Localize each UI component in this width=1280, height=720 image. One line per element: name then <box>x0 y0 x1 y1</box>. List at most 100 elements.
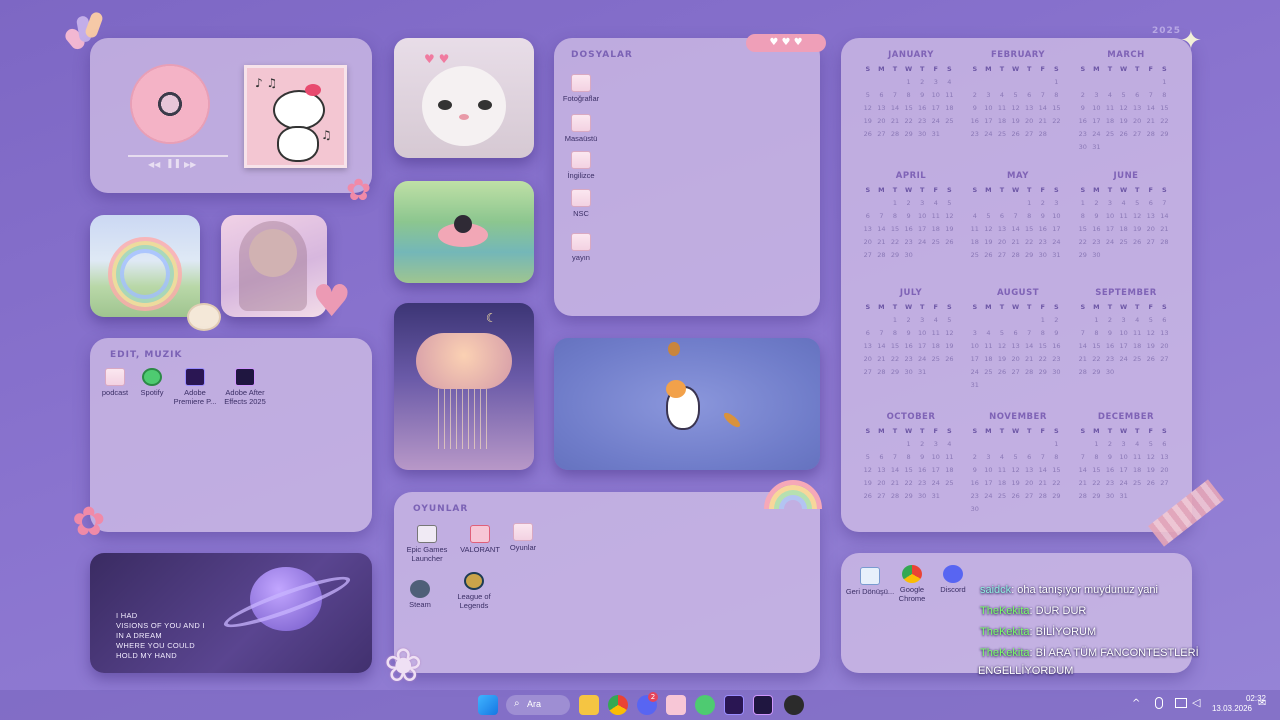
desktop-icon-league-of-legends[interactable]: League of Legends <box>449 572 499 610</box>
desktop-icon-stream-folder[interactable]: yayın <box>556 233 606 262</box>
chrome-taskbar-icon[interactable] <box>608 695 628 715</box>
pause-icon[interactable]: ❚❚ <box>166 159 181 169</box>
after-effects-taskbar-icon[interactable] <box>753 695 773 715</box>
desktop-icon-desktop-folder[interactable]: Masaüstü <box>556 114 606 143</box>
obs-taskbar-icon[interactable] <box>784 695 804 715</box>
calendar-day: 4 <box>1107 91 1113 99</box>
calendar-day: 3 <box>986 91 991 99</box>
calendar-day: 25 <box>931 355 940 363</box>
calendar-day: 5 <box>1148 316 1153 324</box>
calendar-day: 22 <box>1092 479 1101 487</box>
calendar-day: 26 <box>945 355 954 363</box>
calendar-day: 19 <box>1146 342 1155 350</box>
desktop-icon-epic-games[interactable]: Epic Games Launcher <box>402 525 452 563</box>
calendar-day: 15 <box>1052 466 1061 474</box>
calendar-day <box>1009 316 1023 324</box>
calendar-day: 12 <box>1133 212 1142 220</box>
calendar-day: 1 <box>892 316 898 324</box>
taskbar-search[interactable]: ⌕ Ara <box>506 695 570 715</box>
quote-line: VISIONS OF YOU AND I <box>116 621 205 630</box>
cat-pond-illustration <box>394 181 534 283</box>
calendar-day: 17 <box>918 225 927 233</box>
heart-sticker: ♥ <box>312 276 352 327</box>
calendar-day: 26 <box>1119 130 1128 138</box>
calendar-day: 9 <box>1094 212 1099 220</box>
calendar-day: 14 <box>890 466 900 474</box>
calendar-day: 12 <box>863 104 872 112</box>
calendar-day: 31 <box>1092 143 1101 151</box>
calendar-day: 28 <box>1038 492 1047 500</box>
calendar-day: 2 <box>906 199 911 207</box>
taskbar: ⌕ Ara 2 ^ ◁ 02:32 13.03.2026 ✉ <box>0 690 1280 720</box>
desktop-icon-after-effects[interactable]: Adobe After Effects 2025 <box>220 368 270 406</box>
calendar-day: 22 <box>1052 117 1061 125</box>
desktop-icon-photos-folder[interactable]: Fotoğraflar <box>556 74 606 103</box>
calendar-day-header: T <box>892 303 898 311</box>
desktop-icon-games-folder[interactable]: Oyunlar <box>498 523 548 552</box>
calendar-day: 14 <box>890 104 900 112</box>
calendar-day-header: S <box>972 303 978 311</box>
calendar-day: 2 <box>920 440 925 448</box>
spotify-taskbar-icon[interactable] <box>695 695 715 715</box>
clock-date[interactable]: 13.03.2026 <box>1200 704 1252 713</box>
calendar-day: 28 <box>1038 130 1047 138</box>
calendar-day: 22 <box>1038 355 1047 363</box>
calendar-day: 29 <box>890 368 900 376</box>
calendar-day-header: M <box>878 303 885 311</box>
calendar-day-header: S <box>1054 65 1059 73</box>
premiere-taskbar-icon[interactable] <box>724 695 744 715</box>
calendar-day: 20 <box>863 238 872 246</box>
calendar-day-header: M <box>985 303 992 311</box>
microphone-icon[interactable] <box>1155 697 1163 709</box>
calendar-day: 20 <box>997 238 1007 246</box>
calendar-day-grid: S M T W T F S 1 2 3 4 5 6 7 8 9 10 11 12 13 14 15 16 17 18 19 20 21… <box>968 186 1068 259</box>
calendar-day <box>861 440 875 448</box>
prev-icon[interactable]: ◀◀ <box>148 160 160 169</box>
windows-start-icon[interactable] <box>478 695 498 715</box>
calendar-day: 29 <box>1038 368 1047 376</box>
folder-icon <box>571 114 591 132</box>
calendar-day <box>995 440 1009 448</box>
calendar-day-header: M <box>1093 186 1100 194</box>
calendar-month-name: OCTOBER <box>886 412 936 422</box>
calendar-day: 8 <box>1027 212 1032 220</box>
calendar-day: 27 <box>1160 479 1169 487</box>
calendar-day: 7 <box>879 329 884 337</box>
desktop-icon-discord[interactable]: Discord <box>928 565 978 594</box>
calendar-day <box>861 199 875 207</box>
calendar-day: 2 <box>906 316 911 324</box>
calendar-day: 30 <box>918 492 927 500</box>
player-progress-bar[interactable] <box>128 155 228 157</box>
calendar-day <box>888 78 902 86</box>
calendar-day-header: T <box>1107 65 1113 73</box>
calendar-day-header: T <box>919 427 925 435</box>
calendar-day-grid: S M T W T F S 1 2 3 4 5 6 7 8 9 10 11 12 13 14 15 16 17 18 19 20 21… <box>968 65 1068 138</box>
calendar-day: 27 <box>1146 238 1155 246</box>
calendar-day: 25 <box>945 479 954 487</box>
calendar-day: 28 <box>1160 238 1169 246</box>
valorant-taskbar-icon[interactable] <box>666 695 686 715</box>
calendar-day: 9 <box>920 453 925 461</box>
calendar-day: 21 <box>1038 479 1047 487</box>
calendar-day: 11 <box>1105 104 1115 112</box>
calendar-day: 4 <box>1121 199 1126 207</box>
calendar-day: 28 <box>877 251 886 259</box>
network-icon[interactable] <box>1175 698 1187 708</box>
notification-bell-icon[interactable]: ✉ <box>1258 698 1266 709</box>
next-icon[interactable]: ▶▶ <box>184 160 196 169</box>
chevron-up-icon[interactable]: ^ <box>1132 698 1140 709</box>
calendar-day-header: S <box>1054 186 1059 194</box>
icon-label: NSC <box>573 209 589 218</box>
desktop-icon-premiere[interactable]: Adobe Premiere P... <box>170 368 220 406</box>
desktop-icon-steam[interactable]: Steam <box>395 580 445 609</box>
calendar-day-grid: S M T W T F S 1 2 3 4 5 6 7 8 9 10 11 12 13 14 15 16 17 18 19 20 21… <box>861 186 961 259</box>
calendar-day: 17 <box>1105 225 1115 233</box>
calendar-day: 9 <box>906 329 911 337</box>
calendar-day: 1 <box>1162 78 1167 86</box>
calendar-day: 19 <box>1011 479 1020 487</box>
file-explorer-icon[interactable] <box>579 695 599 715</box>
desktop-icon-english-folder[interactable]: İngilizce <box>556 151 606 180</box>
calendar-month: JANUARY S M T W T F S 1 2 3 4 5 6 7 8 9 10 11 12 13 14 15 16 17 1… <box>861 50 961 138</box>
desktop-icon-nsc-folder[interactable]: NSC <box>556 189 606 218</box>
calendar-day: 19 <box>945 225 954 233</box>
